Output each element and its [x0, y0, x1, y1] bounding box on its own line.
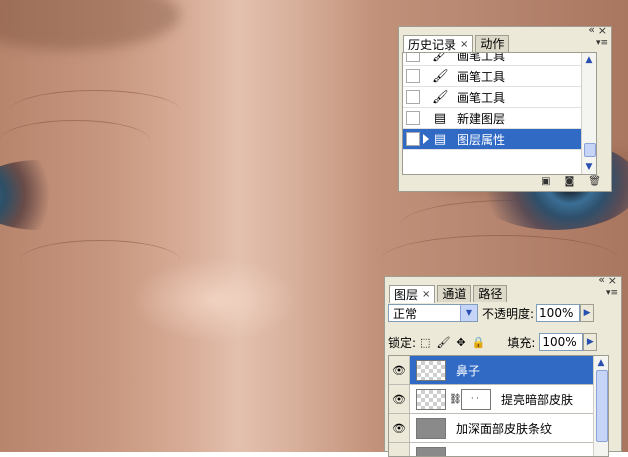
- history-source-checkbox[interactable]: [406, 132, 420, 146]
- history-state[interactable]: 🖌 画笔工具: [403, 66, 596, 87]
- history-state-label: 图层属性: [457, 131, 505, 148]
- layer-name: 鼻子: [456, 362, 480, 379]
- history-state-label: 画笔工具: [457, 68, 505, 85]
- tab-close-icon[interactable]: ×: [422, 287, 430, 303]
- lock-fill-row: 锁定: ⬚ 🖌 ✥ 🔒 填充: 100% ▶: [388, 333, 597, 351]
- lock-position-icon[interactable]: ✥: [456, 336, 465, 349]
- tab-actions[interactable]: 动作: [475, 35, 509, 52]
- tab-layers-label: 图层: [394, 287, 418, 303]
- palette-menu-icon[interactable]: ▾≡: [596, 38, 608, 48]
- left-eye: [0, 160, 110, 230]
- history-state[interactable]: 🖌 画笔工具: [403, 87, 596, 108]
- new-document-from-state-icon[interactable]: ▣: [541, 176, 550, 187]
- history-palette: « × 历史记录 × 动作 ▾≡ 🖌 画笔工具 🖌 画笔工具 🖌 画笔工具 ▤: [398, 26, 612, 192]
- collapse-icon[interactable]: «: [588, 24, 595, 35]
- lock-image-brush-icon[interactable]: 🖌: [436, 336, 450, 349]
- history-scrollbar[interactable]: ▲ ▼: [581, 53, 596, 174]
- history-list: 🖌 画笔工具 🖌 画笔工具 🖌 画笔工具 ▤ 新建图层 ▤ 图层属性 ▲ ▼: [402, 52, 597, 175]
- close-icon[interactable]: ×: [608, 275, 617, 286]
- chevron-down-icon[interactable]: ▼: [460, 305, 477, 321]
- tab-paths-label: 路径: [478, 286, 502, 302]
- mask-dots: · ·: [471, 394, 479, 403]
- lock-transparency-icon[interactable]: ⬚: [420, 336, 430, 349]
- eye-icon[interactable]: 👁: [389, 356, 410, 384]
- lock-all-icon[interactable]: 🔒: [472, 336, 486, 349]
- blend-opacity-row: 正常 ▼ 不透明度: 100% ▶: [388, 304, 594, 322]
- fill-slider-arrow-icon[interactable]: ▶: [583, 333, 597, 351]
- tab-channels[interactable]: 通道: [437, 285, 471, 302]
- layers-tabs: 图层 × 通道 路径: [389, 285, 509, 302]
- blend-mode-select[interactable]: 正常 ▼: [388, 304, 478, 322]
- history-state[interactable]: 🖌 画笔工具: [403, 52, 596, 66]
- history-state-label: 画笔工具: [457, 52, 505, 64]
- layer-row-selected[interactable]: 👁 鼻子: [389, 356, 608, 385]
- scroll-thumb[interactable]: [584, 143, 596, 157]
- close-icon[interactable]: ×: [598, 25, 607, 36]
- brush-icon: 🖌: [432, 90, 448, 105]
- history-tabs: 历史记录 × 动作: [403, 35, 511, 52]
- history-state[interactable]: ▤ 新建图层: [403, 108, 596, 129]
- layer-thumbnail: [416, 389, 446, 410]
- brush-icon: 🖌: [432, 52, 448, 63]
- eye-icon[interactable]: [389, 443, 410, 457]
- history-source-checkbox[interactable]: [406, 111, 420, 125]
- scroll-down-icon[interactable]: ▼: [583, 161, 595, 173]
- tab-close-icon[interactable]: ×: [460, 37, 468, 53]
- tab-history-label: 历史记录: [408, 37, 456, 53]
- eye-icon[interactable]: 👁: [389, 414, 410, 442]
- tab-paths[interactable]: 路径: [473, 285, 507, 302]
- current-state-arrow-icon: [423, 134, 429, 144]
- layer-name: 提亮暗部皮肤: [501, 391, 573, 408]
- layers-palette-titlebar[interactable]: [385, 277, 621, 285]
- skin-crease: [20, 240, 180, 281]
- new-layer-doc-icon: ▤: [432, 111, 448, 126]
- fill-label: 填充:: [507, 334, 535, 351]
- layer-thumbnail: [416, 360, 446, 381]
- history-source-checkbox[interactable]: [406, 90, 420, 104]
- left-eyebrow: [0, 0, 180, 50]
- layer-row[interactable]: [389, 443, 608, 457]
- tab-channels-label: 通道: [442, 286, 466, 302]
- layers-palette: « × 图层 × 通道 路径 ▾≡ 正常 ▼ 不透明度: 100% ▶ 锁定: …: [384, 276, 622, 452]
- scroll-up-icon[interactable]: ▲: [583, 54, 595, 66]
- skin-crease: [0, 120, 150, 161]
- layer-list: 👁 鼻子 👁 ⛓ · · 提亮暗部皮肤 👁 加深面部皮肤条纹 ▲: [388, 355, 609, 457]
- layer-thumbnail: [416, 418, 446, 439]
- layer-name: 加深面部皮肤条纹: [456, 420, 552, 437]
- history-footer: ▣ ◙ 🗑: [541, 176, 601, 187]
- brush-icon: 🖌: [432, 69, 448, 84]
- layer-properties-doc-icon: ▤: [432, 132, 448, 147]
- layer-row[interactable]: 👁 ⛓ · · 提亮暗部皮肤: [389, 385, 608, 414]
- trash-icon[interactable]: 🗑: [588, 176, 601, 187]
- history-state-label: 画笔工具: [457, 89, 505, 106]
- layer-mask-thumbnail[interactable]: · ·: [461, 389, 491, 410]
- history-state-label: 新建图层: [457, 110, 505, 127]
- layers-scrollbar[interactable]: ▲: [593, 356, 608, 456]
- collapse-icon[interactable]: «: [598, 274, 605, 285]
- palette-menu-icon[interactable]: ▾≡: [606, 288, 618, 298]
- eye-icon[interactable]: 👁: [389, 385, 410, 413]
- fill-input[interactable]: 100%: [539, 333, 583, 351]
- history-source-checkbox[interactable]: [406, 52, 420, 62]
- history-source-checkbox[interactable]: [406, 69, 420, 83]
- tab-history[interactable]: 历史记录 ×: [403, 35, 473, 53]
- opacity-input[interactable]: 100%: [536, 304, 580, 322]
- scroll-up-icon[interactable]: ▲: [595, 357, 607, 369]
- new-snapshot-icon[interactable]: ◙: [565, 176, 575, 187]
- tab-layers[interactable]: 图层 ×: [389, 285, 435, 303]
- tab-actions-label: 动作: [480, 36, 504, 52]
- scroll-thumb[interactable]: [596, 370, 608, 442]
- lock-icons: ⬚ 🖌 ✥ 🔒: [420, 336, 485, 349]
- history-palette-titlebar[interactable]: [399, 27, 611, 35]
- lock-label: 锁定:: [388, 334, 416, 351]
- blend-mode-value: 正常: [393, 307, 417, 321]
- history-state-selected[interactable]: ▤ 图层属性: [403, 129, 596, 150]
- layer-row[interactable]: 👁 加深面部皮肤条纹: [389, 414, 608, 443]
- mask-link-icon[interactable]: ⛓: [449, 394, 459, 405]
- opacity-label: 不透明度:: [482, 305, 534, 322]
- opacity-slider-arrow-icon[interactable]: ▶: [580, 304, 594, 322]
